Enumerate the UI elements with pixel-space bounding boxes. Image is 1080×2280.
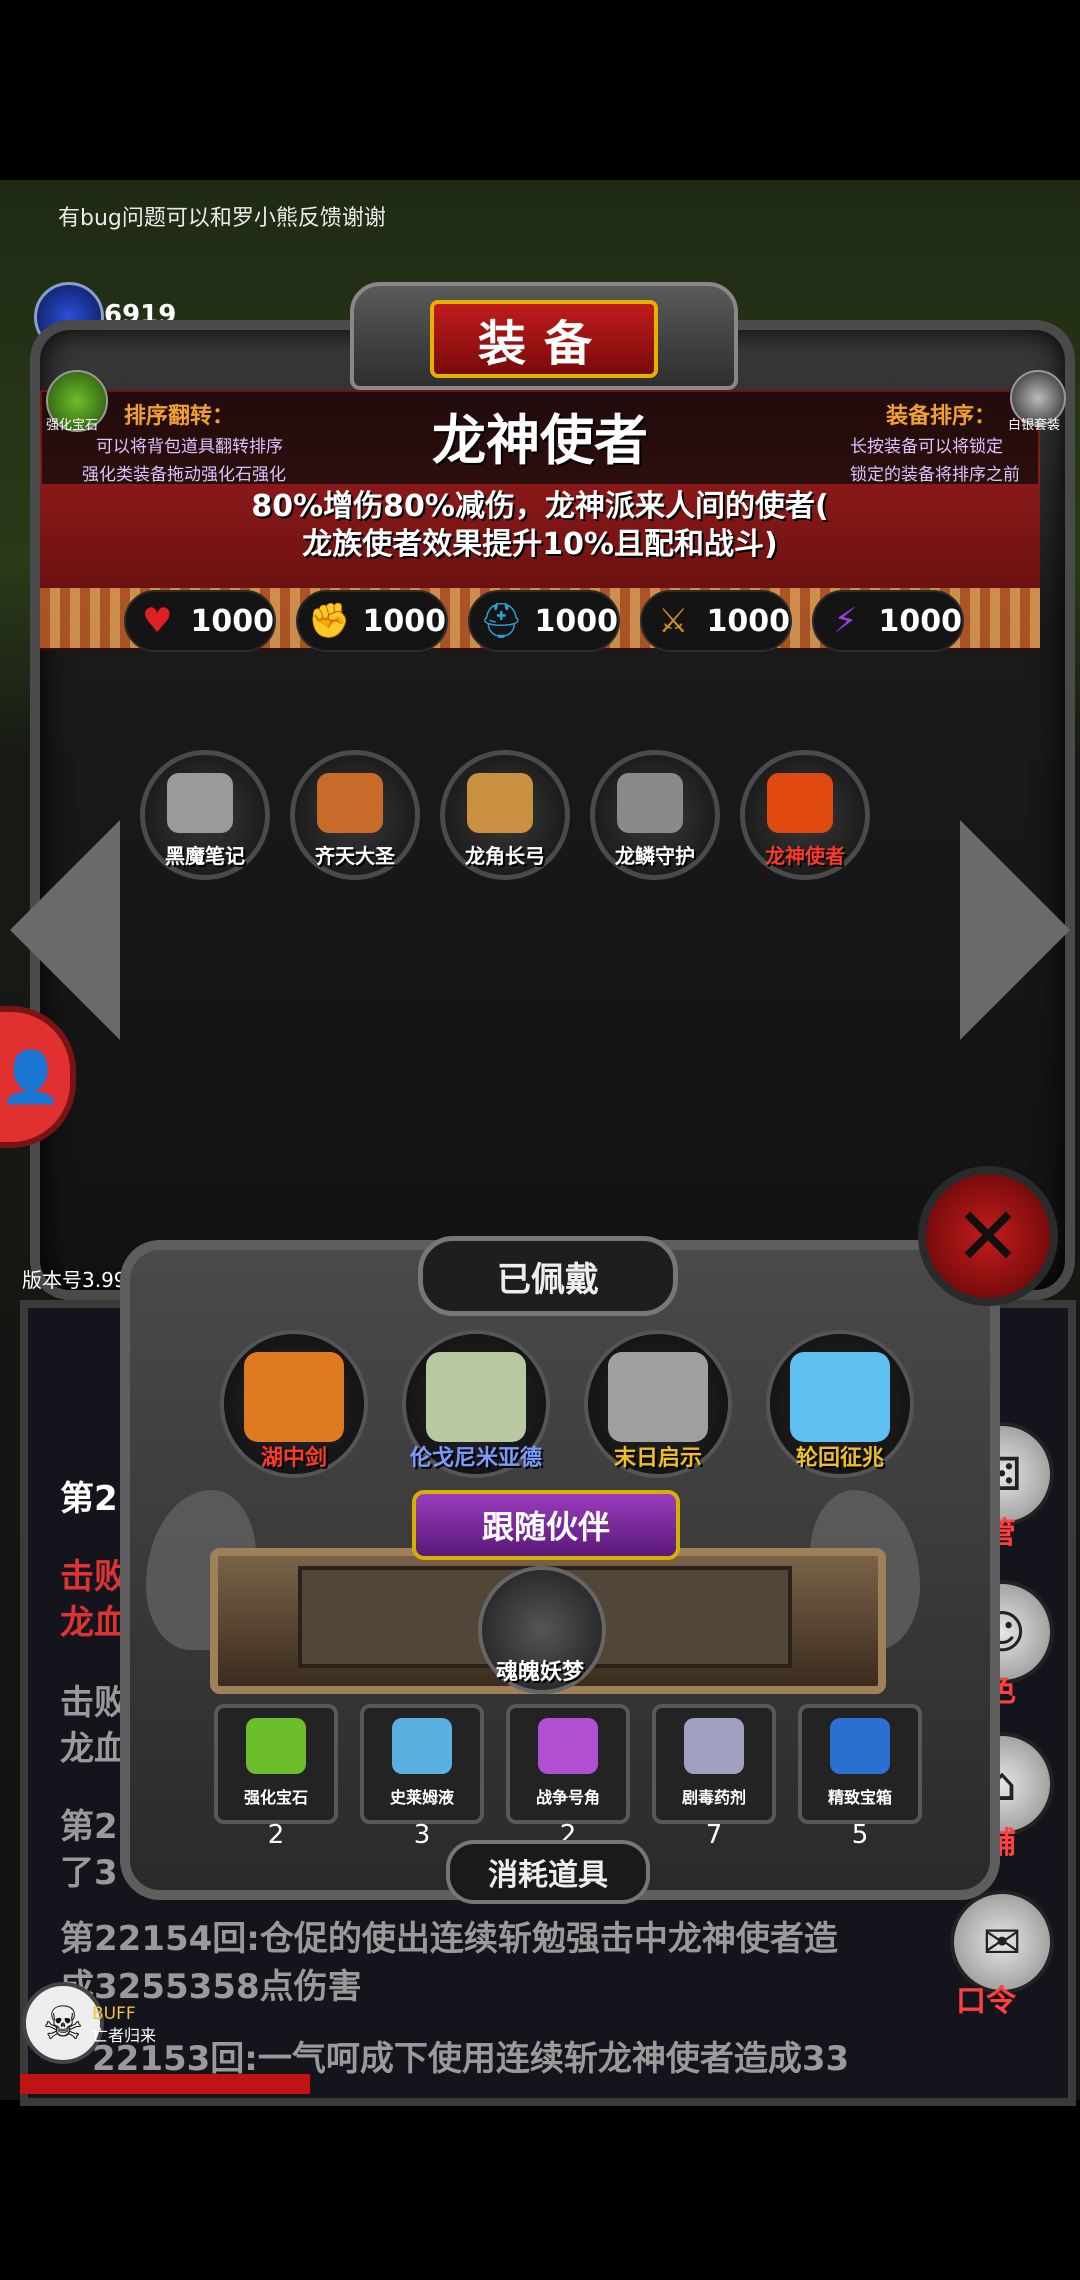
consumable-item[interactable]: 精致宝箱 5 (798, 1704, 922, 1850)
item-image (830, 1718, 890, 1774)
partner-name: 魂魄妖梦 (495, 1660, 584, 1685)
owned-item[interactable]: 龙角长弓 (440, 750, 570, 880)
helmet-icon: ⛑ (479, 601, 523, 641)
item-name: 龙神使者 (432, 409, 648, 472)
consumable-name: 精致宝箱 (827, 1788, 892, 1807)
owned-item-label: 龙神使者 (765, 844, 845, 868)
consumable-name: 史莱姆液 (389, 1788, 454, 1807)
item-image (392, 1718, 452, 1774)
equipped-item-label: 轮回征兆 (795, 1446, 884, 1471)
item-image (246, 1718, 306, 1774)
stat-attack: ⚔ 1000 (640, 590, 792, 652)
equip-sort-hint: 锁定的装备将排序之前 (850, 465, 1020, 485)
item-image (317, 773, 383, 833)
owned-item[interactable]: 黑魔笔记 (140, 750, 270, 880)
item-image (790, 1352, 890, 1442)
owned-item-selected[interactable]: 龙神使者 (740, 750, 870, 880)
close-icon[interactable]: ✕ (918, 1166, 1058, 1306)
owned-item[interactable]: 龙鳞守护 (590, 750, 720, 880)
log-line: 龙血 (60, 1729, 128, 1769)
stat-value: 1000 (878, 603, 963, 639)
version-label: 版本号3.99 (22, 1268, 127, 1292)
next-page-arrow-icon[interactable] (960, 820, 1070, 1040)
owned-item-label: 龙鳞守护 (615, 844, 695, 868)
equip-sort-title[interactable]: 装备排序： (886, 398, 996, 430)
feedback-tip: 有bug问题可以和罗小熊反馈谢谢 (58, 206, 386, 231)
owned-item[interactable]: 齐天大圣 (290, 750, 420, 880)
equipped-item-label: 末日启示 (613, 1446, 702, 1471)
equipped-item[interactable]: 轮回征兆 (766, 1330, 914, 1478)
stat-value: 1000 (534, 603, 619, 639)
sort-reverse-hint: 强化类装备拖动强化石强化 (82, 465, 286, 485)
side-menu-label[interactable]: 口令 (956, 1976, 1016, 2020)
consumable-item[interactable]: 战争号角 2 (506, 1704, 630, 1850)
stat-hp: ♥ 1000 (124, 590, 276, 652)
owned-item-label: 黑魔笔记 (165, 844, 245, 868)
equipped-item[interactable]: 湖中剑 (220, 1330, 368, 1478)
log-line: 了3 (60, 1853, 118, 1893)
equipped-title: 已佩戴 (418, 1236, 678, 1316)
log-line: 龙血 (60, 1603, 128, 1643)
item-image (617, 773, 683, 833)
consumable-qty: 7 (705, 1820, 723, 1850)
item-image (684, 1718, 744, 1774)
equipped-item[interactable]: 末日启示 (584, 1330, 732, 1478)
consumable-item[interactable]: 剧毒药剂 7 (652, 1704, 776, 1850)
equipped-list: 湖中剑 伦戈尼米亚德 末日启示 轮回征兆 (220, 1330, 914, 1478)
stat-value: 1000 (362, 603, 447, 639)
stat-defense: ⛑ 1000 (468, 590, 620, 652)
sort-reverse-title[interactable]: 排序翻转： (124, 398, 234, 430)
stat-value: 1000 (190, 603, 275, 639)
sword-icon: ⚔ (658, 601, 689, 641)
consumable-name: 强化宝石 (243, 1788, 308, 1807)
partner-title: 跟随伙伴 (412, 1490, 680, 1560)
item-image (608, 1352, 708, 1442)
log-line: 第2 (60, 1807, 118, 1847)
consumable-item[interactable]: 强化宝石 2 (214, 1704, 338, 1850)
owned-item-label: 齐天大圣 (315, 844, 395, 868)
heart-icon: ♥ (142, 601, 173, 641)
owned-item-label: 龙角长弓 (465, 844, 545, 868)
log-line: 击败 (60, 1683, 128, 1723)
stat-strength: ✊ 1000 (296, 590, 448, 652)
item-image (167, 773, 233, 833)
item-image (538, 1718, 598, 1774)
equipped-item-label: 伦戈尼米亚德 (409, 1446, 542, 1471)
equipped-item[interactable]: 伦戈尼米亚德 (402, 1330, 550, 1478)
item-image (244, 1352, 344, 1442)
item-description: 80%增伤80%减伤，龙神派来人间的使者( 龙族使者效果提升10%且配和战斗) (200, 488, 880, 564)
item-image (467, 773, 533, 833)
log-line: 击败 (60, 1557, 128, 1597)
consumable-qty: 2 (267, 1820, 285, 1850)
owned-equipment-list: 黑魔笔记 齐天大圣 龙角长弓 龙鳞守护 龙神使者 (140, 750, 870, 880)
silver-set-label: 白银套装 (1008, 418, 1061, 433)
equip-sort-hint: 长按装备可以将锁定 (850, 437, 1003, 457)
item-image (426, 1352, 526, 1442)
strength-icon: ✊ (308, 601, 351, 641)
log-line: 第2 (60, 1479, 118, 1519)
consumables-list: 强化宝石 2 史莱姆液 3 战争号角 2 剧毒药剂 7 精致宝箱 5 (214, 1704, 922, 1850)
progress-bar (20, 2074, 310, 2094)
consumable-name: 剧毒药剂 (681, 1788, 746, 1807)
stat-speed: ⚡ 1000 (812, 590, 964, 652)
sort-reverse-hint: 可以将背包道具翻转排序 (96, 437, 283, 457)
consumable-name: 战争号角 (535, 1788, 600, 1807)
item-image (767, 773, 833, 833)
stat-value: 1000 (706, 603, 791, 639)
buff-label: BUFF (92, 2004, 136, 2024)
consumable-item[interactable]: 史莱姆液 3 (360, 1704, 484, 1850)
lightning-icon: ⚡ (833, 601, 858, 641)
item-desc-line: 80%增伤80%减伤，龙神派来人间的使者( (251, 489, 829, 524)
panel-title: 装备 (430, 300, 658, 378)
log-line: 第22154回:仓促的使出连续斩勉强击中龙神使者造 (60, 1919, 838, 1959)
enhance-gem-label: 强化宝石 (46, 418, 99, 433)
consumable-qty: 5 (851, 1820, 869, 1850)
equipped-item-label: 湖中剑 (260, 1446, 327, 1471)
consumables-title: 消耗道具 (446, 1840, 650, 1904)
item-desc-line: 龙族使者效果提升10%且配和战斗) (302, 527, 778, 562)
stat-row: ♥ 1000 ✊ 1000 ⛑ 1000 ⚔ 1000 ⚡ 1000 (124, 590, 964, 652)
buff-name: 亡者归来 (92, 2026, 157, 2045)
